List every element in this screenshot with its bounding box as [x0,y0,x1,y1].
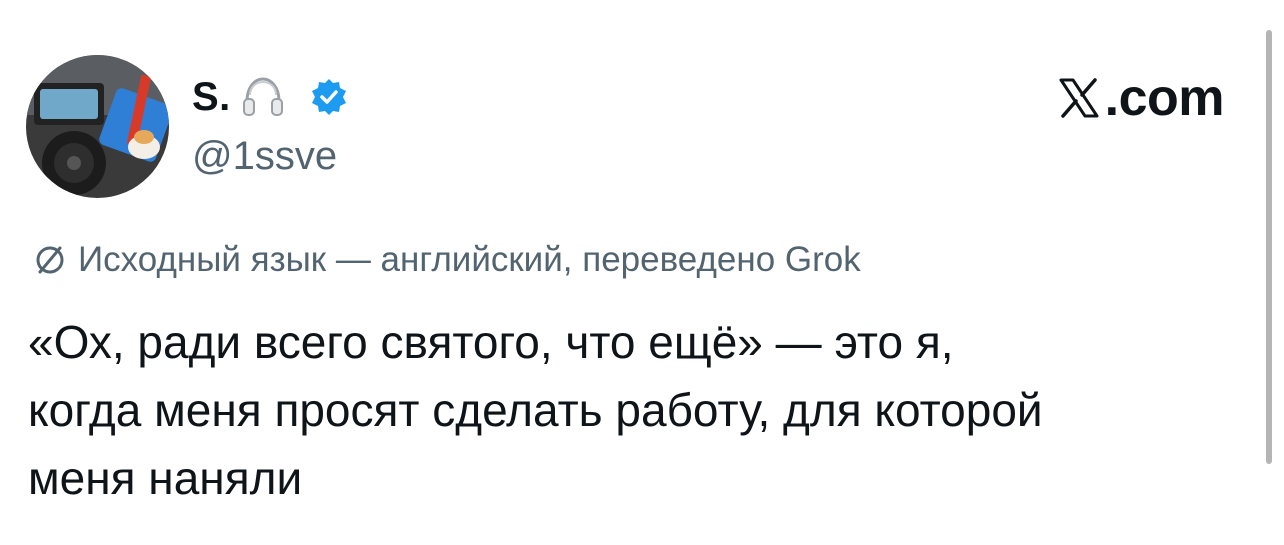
translation-note[interactable]: Исходный язык — английский, переведено G… [32,240,861,280]
avatar[interactable] [26,55,169,198]
author-handle[interactable]: @1ssve [192,134,337,179]
translate-icon [36,246,64,274]
author-name-row: S. [192,72,349,122]
avatar-image [26,55,169,198]
translation-note-label: Исходный язык — английский, переведено G… [78,240,861,279]
tweet-text: «Ох, ради всего святого, что ещё» — это … [28,316,1043,504]
scrollbar[interactable] [1266,30,1272,464]
brand-domain: .com [1104,69,1225,127]
display-name[interactable]: S. [192,75,231,120]
headphones-icon [242,77,283,116]
verified-badge-icon[interactable] [309,77,349,117]
x-logo-icon [1059,78,1099,118]
brand-watermark: .com [1055,66,1225,130]
